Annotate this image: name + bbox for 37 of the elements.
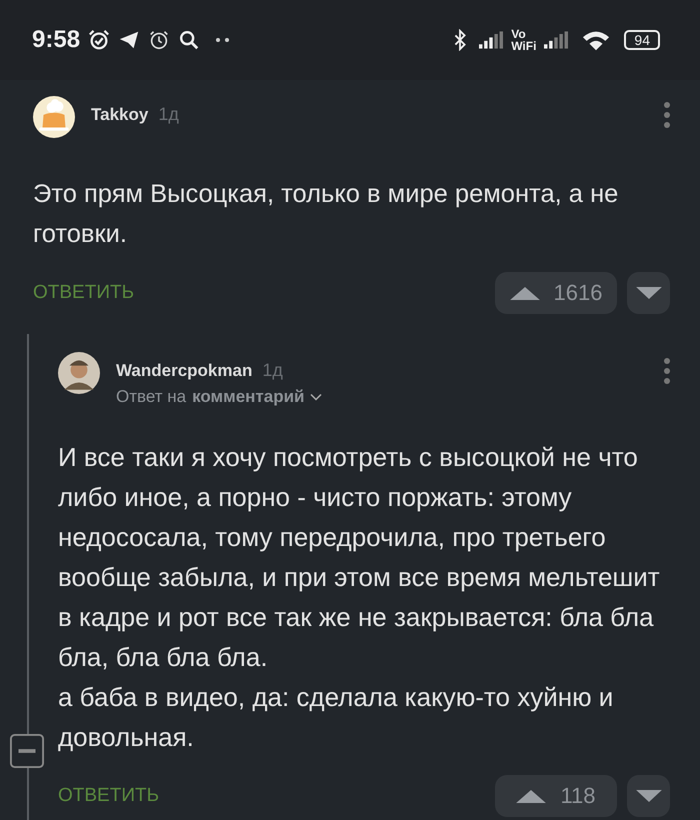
- more-notifications-icon: [216, 38, 230, 42]
- comment-text: Это прям Высоцкая, только в мире ремонта, а не готовки.: [33, 179, 620, 250]
- upvote-icon: [510, 286, 540, 300]
- chevron-down-icon[interactable]: [310, 393, 322, 401]
- avatar-icon[interactable]: [58, 352, 100, 394]
- upvote-button[interactable]: 118: [495, 775, 617, 817]
- signal-icon: [544, 31, 568, 49]
- more-icon[interactable]: [664, 102, 670, 128]
- alarm-icon: [88, 29, 110, 51]
- downvote-icon: [636, 790, 662, 802]
- battery-indicator: 94: [624, 30, 660, 50]
- comment-age: 1д: [262, 360, 283, 381]
- wifi-label: WiFi: [511, 40, 536, 52]
- signal-icon: [479, 31, 504, 49]
- upvote-button[interactable]: 1616: [495, 272, 617, 314]
- vo-label: Vo: [511, 28, 527, 40]
- author-name[interactable]: Takkoy: [91, 105, 148, 125]
- clock: 9:58: [32, 26, 80, 54]
- avatar-icon[interactable]: [33, 96, 75, 138]
- alarm-clock-icon: [148, 29, 170, 51]
- upvote-icon: [516, 790, 546, 802]
- search-icon: [178, 29, 200, 51]
- reply-button[interactable]: ОТВЕТИТЬ: [33, 282, 485, 304]
- reply-to-link[interactable]: комментарий: [192, 387, 304, 407]
- comment-text: а баба в видео, да: сделала какую-то хуйню и довольная.: [58, 681, 614, 754]
- downvote-button[interactable]: [627, 272, 670, 314]
- reply-button[interactable]: ОТВЕТИТЬ: [58, 785, 485, 807]
- collapse-icon[interactable]: [10, 734, 44, 768]
- author-name[interactable]: Wandercpokman: [116, 361, 252, 381]
- downvote-icon: [636, 287, 662, 299]
- comment-text: И все таки я хочу посмотреть с высоцкой не что либо иное, а порно - чисто поржать: этому недососала, тому передрочила, про третьего вообще забыла, и при этом все время мельтешит в кадре и рот все так же не закрывается: бла бла бла, бла бла бла.: [58, 441, 661, 674]
- reply-to-prefix: Ответ на: [116, 387, 186, 407]
- wifi-icon: [582, 29, 610, 51]
- more-icon[interactable]: [664, 358, 670, 384]
- send-icon: [118, 29, 140, 51]
- comment-age: 1д: [158, 104, 179, 125]
- downvote-button[interactable]: [627, 775, 670, 817]
